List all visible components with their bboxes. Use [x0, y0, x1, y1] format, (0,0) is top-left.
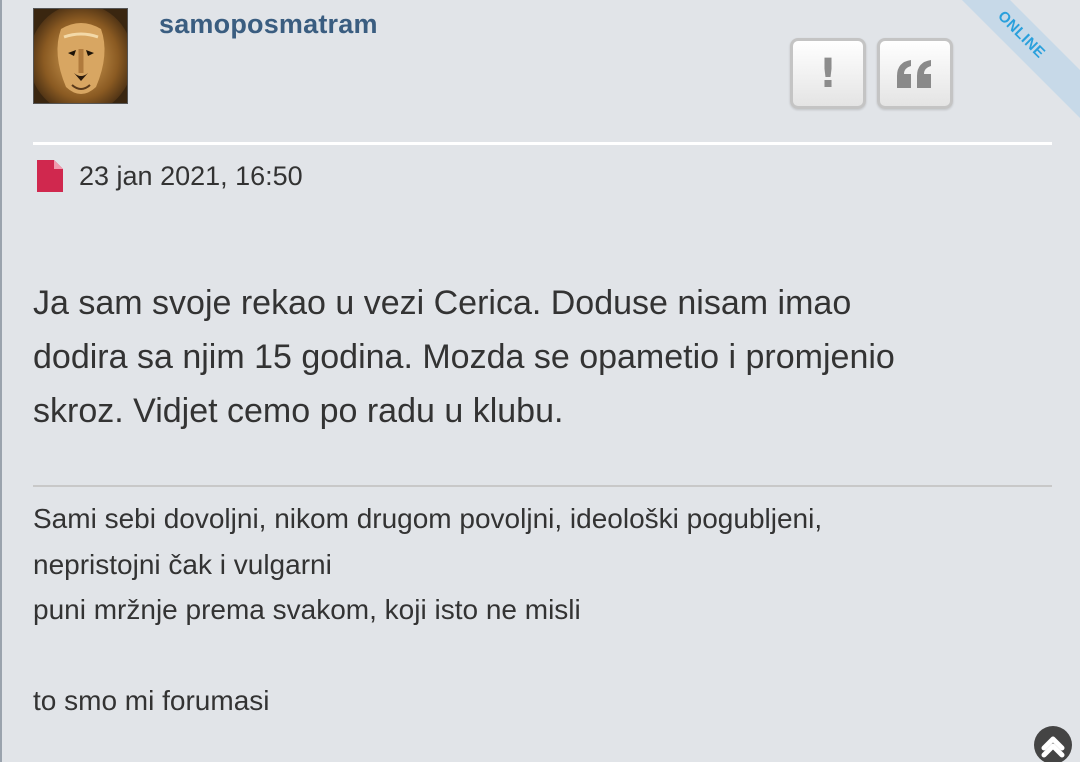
post-author-link[interactable]: samoposmatram [159, 9, 378, 40]
scroll-to-top-button[interactable] [1034, 726, 1072, 762]
post-content-line: Ja sam svoje rekao u vezi Cerica. Doduse… [33, 284, 852, 322]
report-label: ! [818, 50, 838, 97]
post-content-line: skroz. Vidjet cemo po radu u klubu. [33, 392, 564, 430]
online-status-ribbon: ONLINE [934, 0, 1080, 122]
quote-button[interactable] [877, 38, 953, 109]
signature-divider [33, 485, 1052, 487]
header-divider [33, 142, 1052, 145]
lion-avatar-icon [34, 9, 127, 103]
forum-post: samoposmatram ! ONLINE 23 jan 2021, 16:5… [0, 0, 1080, 762]
quote-icon [897, 59, 931, 88]
post-content: Ja sam svoje rekao u vezi Cerica. Doduse… [33, 276, 1043, 438]
report-button[interactable]: ! [790, 38, 866, 109]
post-date-text: 23 jan 2021, 16:50 [79, 160, 303, 191]
signature-line [33, 633, 1043, 679]
signature-line: Sami sebi dovoljni, nikom drugom povoljn… [33, 503, 823, 534]
signature-line: nepristojni čak i vulgarni [33, 548, 332, 580]
file-icon [37, 160, 63, 192]
post-date[interactable]: 23 jan 2021, 16:50 [37, 160, 303, 192]
chevron-up-icon [1041, 736, 1065, 758]
avatar[interactable] [33, 8, 128, 104]
signature-line: to smo mi forumasi [33, 685, 270, 716]
post-content-line: dodira sa njim 15 godina. Mozda se opame… [33, 338, 895, 376]
signature-line: puni mržnje prema svakom, koji isto ne m… [33, 594, 581, 625]
signature: Sami sebi dovoljni, nikom drugom povoljn… [33, 496, 1043, 724]
